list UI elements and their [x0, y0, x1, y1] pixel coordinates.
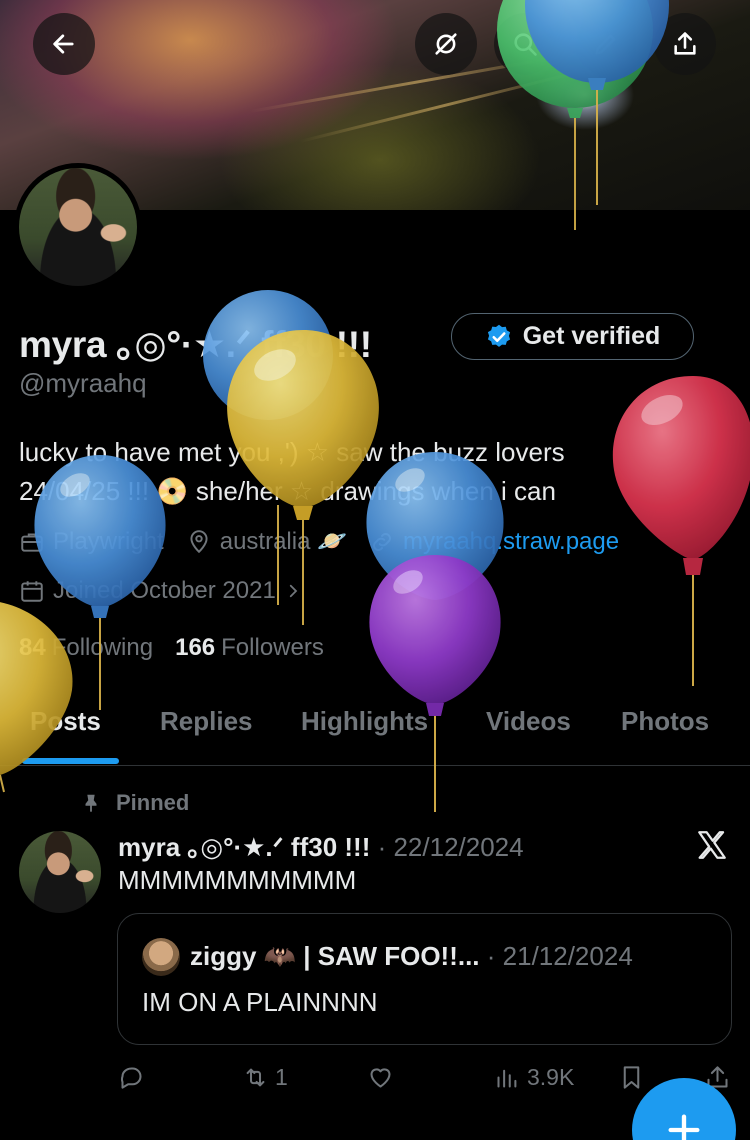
search-icon — [514, 33, 537, 56]
like-button[interactable] — [367, 1064, 394, 1091]
bookmark-icon — [623, 1066, 640, 1089]
reply-icon — [120, 1067, 142, 1089]
profile-name: myra ｡◎°·★.ᐟ ff30 !!! — [19, 324, 372, 365]
location-item: australia 🪐 — [186, 527, 347, 556]
quoted-post[interactable]: ziggy 🦇 | SAW FOO!!... · 21/12/2024 IM O… — [117, 913, 732, 1045]
following-label: Following — [51, 634, 154, 661]
followers-link[interactable]: 166 Followers — [175, 634, 324, 662]
retweet-button[interactable]: 1 — [242, 1064, 288, 1091]
verified-badge-icon — [487, 324, 510, 347]
post-author-name[interactable]: myra ｡◎°·★.ᐟ ff30 !!! — [118, 832, 370, 862]
joined-text: Joined October 2021 — [53, 577, 276, 604]
balloon-purple — [369, 555, 501, 812]
share-icon — [674, 32, 696, 55]
quoted-avatar — [142, 938, 180, 976]
quoted-text: IM ON A PLAINNNN — [142, 987, 378, 1017]
arrow-left-icon — [53, 34, 74, 54]
profession-item: Playwright — [19, 528, 164, 556]
views-button[interactable]: 3.9K — [494, 1064, 574, 1091]
bio-line-1: lucky to have met you ,') ☆ saw the buzz… — [19, 437, 565, 467]
followers-label: Followers — [221, 634, 324, 661]
location-text: australia 🪐 — [219, 528, 347, 555]
avatar-photo — [19, 168, 137, 286]
retweet-count: 1 — [275, 1064, 288, 1090]
chevron-right-icon — [289, 584, 298, 598]
profile-avatar[interactable] — [14, 163, 142, 291]
pin-icon — [85, 794, 97, 813]
views-count: 3.9K — [527, 1064, 575, 1090]
following-count: 84 — [19, 634, 46, 661]
share-button[interactable] — [654, 13, 716, 75]
link-icon — [373, 532, 391, 551]
pinned-label: Pinned — [80, 790, 189, 816]
tab-posts[interactable]: Posts — [30, 706, 101, 737]
bookmark-button[interactable] — [618, 1064, 645, 1091]
pinned-text: Pinned — [116, 790, 190, 815]
post-avatar[interactable] — [19, 831, 101, 913]
x-logo-icon[interactable] — [695, 828, 729, 862]
heart-icon — [370, 1068, 391, 1088]
post-header: myra ｡◎°·★.ᐟ ff30 !!! · 22/12/2024 — [118, 827, 524, 864]
tab-replies[interactable]: Replies — [160, 706, 253, 737]
profile-handle: @myraahq — [19, 368, 147, 398]
profile-bio: lucky to have met you ,') ☆ saw the buzz… — [19, 433, 719, 511]
edit-button[interactable] — [575, 13, 637, 75]
profile-tabs: Posts Replies Highlights Videos Photos — [0, 688, 750, 766]
active-tab-indicator — [22, 758, 119, 764]
post-text: MMMMMMMMMMM — [118, 865, 357, 895]
joined-item: Joined October 2021 — [19, 577, 302, 605]
bio-line-2: 24/04/25 !!! 📀 she/her ☆ drawings when i… — [19, 476, 556, 506]
following-link[interactable]: 84 Following — [19, 634, 153, 662]
tab-highlights[interactable]: Highlights — [301, 706, 428, 737]
get-verified-label: Get verified — [522, 322, 661, 350]
get-verified-button[interactable]: Get verified — [451, 313, 694, 360]
calendar-icon — [21, 581, 43, 602]
grok-button[interactable] — [415, 13, 477, 75]
reply-button[interactable] — [118, 1064, 145, 1091]
plus-icon — [668, 1114, 700, 1140]
quoted-header: ziggy 🦇 | SAW FOO!!... · 21/12/2024 — [190, 941, 633, 972]
grok-icon — [435, 33, 457, 55]
search-button[interactable] — [494, 13, 556, 75]
joined-row[interactable]: Joined October 2021 — [19, 577, 324, 605]
followers-count: 166 — [175, 634, 216, 661]
website-text: myraahq.straw.page — [402, 527, 620, 555]
website-link[interactable]: myraahq.straw.page — [369, 528, 619, 556]
post-date[interactable]: · 22/12/2024 — [378, 832, 524, 862]
views-chart-icon — [497, 1069, 517, 1088]
location-pin-icon — [190, 529, 208, 553]
retweet-icon — [246, 1068, 265, 1087]
tab-videos[interactable]: Videos — [486, 706, 571, 737]
quoted-author-name: ziggy 🦇 | SAW FOO!!... — [190, 941, 480, 971]
quoted-date: · 21/12/2024 — [486, 941, 633, 971]
back-button[interactable] — [33, 13, 95, 75]
profession-text: Playwright — [53, 527, 164, 555]
tab-photos[interactable]: Photos — [621, 706, 709, 737]
follow-stats: 84 Following 166 Followers — [19, 634, 324, 662]
briefcase-icon — [21, 532, 43, 552]
profile-meta: Playwright australia 🪐 myraahq.straw.pag… — [19, 527, 641, 556]
edit-icon — [595, 34, 616, 55]
